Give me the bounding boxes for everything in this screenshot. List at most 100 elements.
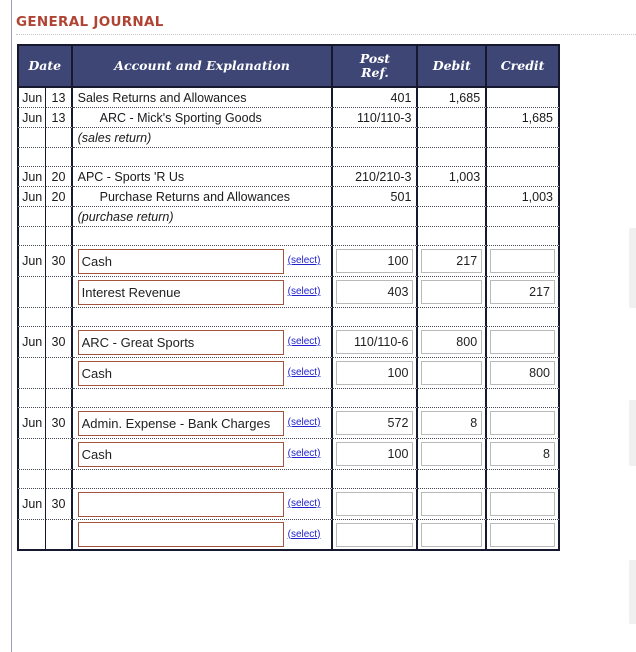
cell-debit: 1,003 [418, 167, 488, 187]
spacer-cell [333, 227, 419, 246]
account-input[interactable] [77, 329, 284, 355]
debit-input[interactable] [421, 361, 483, 385]
spacer-row [17, 227, 560, 246]
debit-input[interactable] [421, 442, 483, 466]
account-select-link[interactable]: (select) [288, 526, 321, 544]
account-select-link[interactable]: (select) [288, 495, 321, 513]
scroll-edge-chip-top[interactable] [629, 228, 636, 308]
table-row: Jun 13 ARC - Mick's Sporting Goods 110/110-… [17, 108, 560, 128]
debit-input[interactable] [421, 522, 483, 547]
cell-month: Jun [17, 246, 47, 277]
spacer-cell [17, 308, 47, 327]
table-row: Jun30 (select) [17, 327, 560, 358]
account-input[interactable] [77, 248, 284, 274]
account-select-link[interactable]: (select) [288, 364, 321, 382]
spacer-cell [418, 389, 488, 408]
cell-day [46, 520, 73, 551]
post-input[interactable] [336, 249, 414, 273]
debit-input[interactable] [421, 411, 483, 435]
spacer-cell [72, 148, 334, 167]
credit-input[interactable] [490, 411, 555, 435]
debit-input[interactable] [421, 280, 483, 304]
spacer-cell [72, 389, 334, 408]
cell-day [46, 128, 73, 148]
account-input[interactable] [77, 360, 284, 386]
account-select-link[interactable]: (select) [288, 333, 321, 351]
cell-post: 501 [333, 187, 419, 207]
table-row: (select) [17, 439, 560, 470]
spacer-cell [72, 470, 334, 489]
cell-month: Jun [17, 108, 47, 128]
account-entry-group: (select) [77, 279, 329, 305]
cell-account: (select) [72, 358, 334, 389]
account-select-link[interactable]: (select) [288, 283, 321, 301]
cell-debit [418, 439, 488, 470]
spacer-cell [333, 389, 419, 408]
spacer-row [17, 148, 560, 167]
cell-credit [487, 489, 560, 520]
credit-input[interactable] [490, 442, 555, 466]
cell-month: Jun [17, 167, 47, 187]
cell-post [333, 489, 419, 520]
scroll-edge-chip-bottom[interactable] [629, 560, 636, 624]
debit-input[interactable] [421, 492, 483, 516]
account-name-text: APC - Sports 'R Us [77, 169, 185, 184]
post-input[interactable] [336, 442, 414, 466]
account-input[interactable] [77, 522, 284, 547]
account-name-text: ARC - Mick's Sporting Goods [99, 110, 262, 125]
cell-post [333, 207, 419, 227]
cell-post: 401 [333, 88, 419, 108]
cell-day: 30 [46, 327, 73, 358]
account-select-link[interactable]: (select) [288, 445, 321, 463]
credit-input[interactable] [490, 249, 555, 273]
post-input[interactable] [336, 492, 414, 516]
credit-input[interactable] [490, 330, 555, 354]
debit-input[interactable] [421, 330, 483, 354]
cell-account: APC - Sports 'R Us [72, 167, 334, 187]
cell-account: (select) [72, 246, 334, 277]
post-input[interactable] [336, 280, 414, 304]
credit-input[interactable] [490, 361, 555, 385]
cell-post: 110/110-3 [333, 108, 419, 128]
spacer-row [17, 308, 560, 327]
spacer-cell [487, 227, 560, 246]
cell-month [17, 128, 47, 148]
account-input[interactable] [77, 491, 284, 517]
post-input[interactable] [336, 361, 414, 385]
col-header-debit: Debit [418, 44, 488, 88]
account-name-text: Sales Returns and Allowances [77, 90, 247, 105]
cell-account: (purchase return) [72, 207, 334, 227]
scroll-edge-chip-middle[interactable] [629, 400, 636, 466]
credit-input[interactable] [490, 280, 555, 304]
cell-day: 30 [46, 246, 73, 277]
spacer-cell [17, 470, 47, 489]
post-input[interactable] [336, 411, 414, 435]
title-block: GENERAL JOURNAL [12, 0, 636, 35]
account-entry-group: (select) [77, 248, 329, 274]
account-memo-text: (sales return) [77, 130, 152, 145]
account-select-link[interactable]: (select) [288, 414, 321, 432]
table-row: Jun 20 Purchase Returns and Allowances 501 1… [17, 187, 560, 207]
cell-day [46, 277, 73, 308]
col-header-credit: Credit [487, 44, 560, 88]
cell-day: 13 [46, 108, 73, 128]
cell-month [17, 277, 47, 308]
cell-account: ARC - Mick's Sporting Goods [72, 108, 334, 128]
post-input[interactable] [336, 522, 414, 547]
cell-debit [418, 520, 488, 551]
debit-input[interactable] [421, 249, 483, 273]
account-input[interactable] [77, 410, 284, 436]
credit-input[interactable] [490, 522, 555, 547]
account-select-link[interactable]: (select) [288, 252, 321, 270]
account-input[interactable] [77, 441, 284, 467]
cell-post [333, 358, 419, 389]
cell-day: 13 [46, 88, 73, 108]
account-input[interactable] [77, 279, 284, 305]
spacer-cell [487, 148, 560, 167]
post-input[interactable] [336, 330, 414, 354]
credit-input[interactable] [490, 492, 555, 516]
table-body: Jun 13 Sales Returns and Allowances 401 1,68… [17, 88, 560, 551]
title-divider [16, 34, 636, 35]
cell-month: Jun [17, 187, 47, 207]
spacer-row [17, 470, 560, 489]
